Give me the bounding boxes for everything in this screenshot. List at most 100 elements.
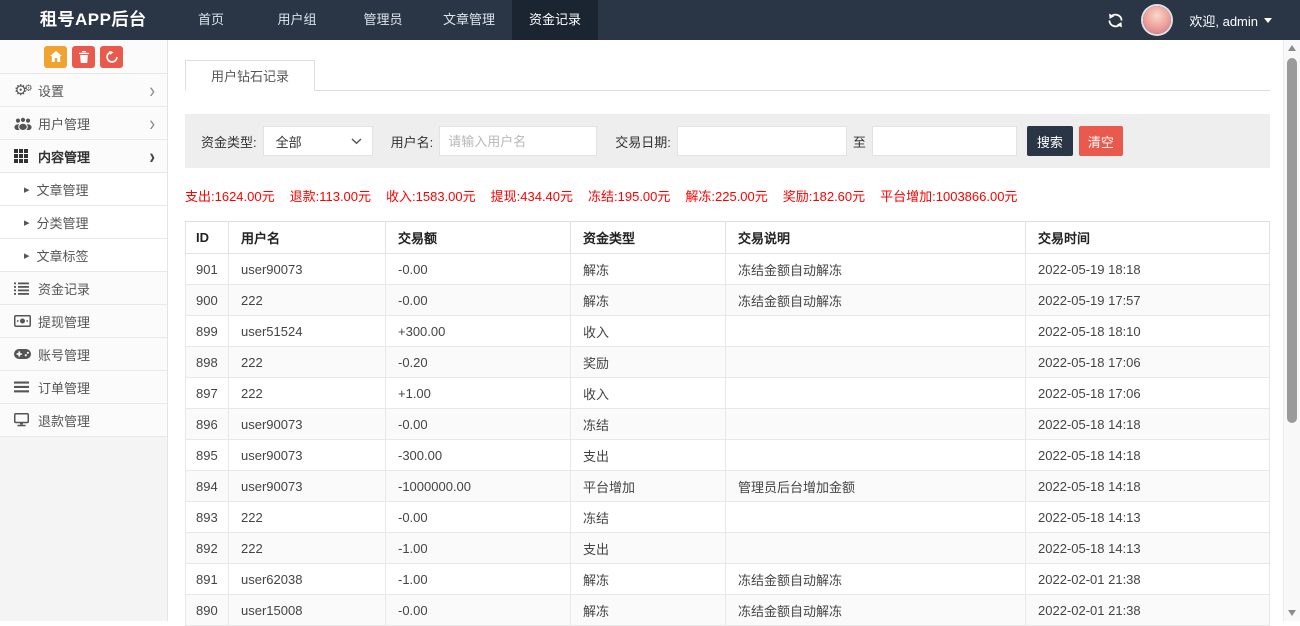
scroll-up-arrow-icon[interactable]: [1288, 45, 1296, 51]
money-icon: [14, 315, 38, 327]
table-cell: 894: [186, 471, 229, 502]
sidebar-item-label: 文章管理: [37, 180, 155, 199]
table-cell: -0.00: [386, 409, 571, 440]
table-cell: [726, 316, 1026, 347]
table-cell: 冻结金额自动解冻: [726, 285, 1026, 316]
date-from-input[interactable]: [677, 126, 847, 156]
trash-button[interactable]: [72, 46, 95, 68]
table-cell: 2022-05-18 17:06: [1026, 347, 1270, 378]
sidebar-item[interactable]: 账号管理: [0, 338, 167, 371]
sidebar-item-label: 用户管理: [38, 114, 149, 133]
user-menu[interactable]: 欢迎, admin: [1189, 11, 1272, 30]
table-cell: [726, 409, 1026, 440]
table-row: 899user51524+300.00收入2022-05-18 18:10: [186, 316, 1270, 347]
chevron-down-icon: [1264, 18, 1272, 23]
top-navbar: 租号APP后台 首页用户组管理员文章管理资金记录 欢迎, admin: [0, 0, 1300, 40]
scroll-down-arrow-icon[interactable]: [1288, 610, 1296, 616]
date-to-input[interactable]: [872, 126, 1017, 156]
table-cell: 900: [186, 285, 229, 316]
table-row: 896user90073-0.00冻结2022-05-18 14:18: [186, 409, 1270, 440]
sidebar-item[interactable]: ▸ 文章管理: [0, 173, 167, 206]
sidebar-item-label: 资金记录: [38, 279, 155, 298]
table-cell: 冻结: [571, 502, 726, 533]
top-nav-menu: 首页用户组管理员文章管理资金记录: [168, 0, 598, 40]
table-cell: 2022-05-18 14:13: [1026, 502, 1270, 533]
recycle-button[interactable]: [100, 46, 123, 68]
table-row: 895user90073-300.00支出2022-05-18 14:18: [186, 440, 1270, 471]
sidebar-item-label: 账号管理: [38, 345, 155, 364]
sidebar-item[interactable]: 内容管理›: [0, 140, 167, 173]
table-cell: 892: [186, 533, 229, 564]
table-cell: 解冻: [571, 564, 726, 595]
trash-icon: [79, 51, 89, 63]
table-row: 894user90073-1000000.00平台增加管理员后台增加金额2022…: [186, 471, 1270, 502]
table-cell: 222: [229, 502, 386, 533]
table-body: 901user90073-0.00解冻冻结金额自动解冻2022-05-19 18…: [186, 254, 1270, 626]
nav-item[interactable]: 资金记录: [512, 0, 598, 40]
clear-button[interactable]: 清空: [1079, 126, 1123, 156]
table-row: 893222-0.00冻结2022-05-18 14:13: [186, 502, 1270, 533]
column-header: 资金类型: [571, 222, 726, 254]
sidebar-item[interactable]: 资金记录: [0, 272, 167, 305]
table-cell: 2022-05-18 18:10: [1026, 316, 1270, 347]
sidebar-item-label: 提现管理: [38, 312, 155, 331]
table-row: 900222-0.00解冻冻结金额自动解冻2022-05-19 17:57: [186, 285, 1270, 316]
sidebar-item[interactable]: 用户管理›: [0, 107, 167, 140]
table-cell: 解冻: [571, 254, 726, 285]
refresh-icon[interactable]: [1107, 12, 1125, 28]
table-cell: 893: [186, 502, 229, 533]
sidebar-item-label: 内容管理: [38, 147, 149, 166]
date-to-label: 至: [853, 132, 866, 151]
table-cell: user90073: [229, 254, 386, 285]
chevron-right-icon: ›: [149, 112, 155, 133]
tab-user-diamond-records[interactable]: 用户钻石记录: [185, 60, 315, 91]
sidebar-item[interactable]: 提现管理: [0, 305, 167, 338]
fund-type-selected-value: 全部: [276, 132, 351, 151]
table-cell: -0.20: [386, 347, 571, 378]
summary-stat: 平台增加:1003866.00元: [880, 186, 1017, 205]
nav-item[interactable]: 文章管理: [426, 0, 512, 40]
sidebar-item-label: 订单管理: [38, 378, 155, 397]
table-cell: +300.00: [386, 316, 571, 347]
nav-item[interactable]: 用户组: [254, 0, 340, 40]
sidebar-item[interactable]: ⚙⚙设置›: [0, 74, 167, 107]
sidebar-item-label: 退款管理: [38, 411, 155, 430]
nav-item[interactable]: 首页: [168, 0, 254, 40]
search-button[interactable]: 搜索: [1027, 126, 1073, 156]
grid-icon: [14, 149, 38, 163]
sidebar-item-label: 文章标签: [37, 246, 155, 265]
summary-stat: 退款:113.00元: [290, 186, 371, 205]
table-cell: 2022-05-18 14:13: [1026, 533, 1270, 564]
table-cell: -300.00: [386, 440, 571, 471]
gamepad-icon: [14, 349, 38, 359]
scrollbar-thumb[interactable]: [1287, 58, 1297, 423]
table-cell: user62038: [229, 564, 386, 595]
table-cell: 222: [229, 285, 386, 316]
home-button[interactable]: [44, 46, 67, 68]
column-header: 交易额: [386, 222, 571, 254]
bars-icon: [14, 381, 38, 393]
fund-type-select[interactable]: 全部: [263, 126, 373, 156]
username-input[interactable]: [439, 126, 597, 156]
vertical-scrollbar[interactable]: [1283, 40, 1300, 621]
sidebar-item[interactable]: ▸文章标签: [0, 239, 167, 272]
table-cell: user90073: [229, 409, 386, 440]
column-header: 用户名: [229, 222, 386, 254]
nav-item[interactable]: 管理员: [340, 0, 426, 40]
table-cell: [726, 378, 1026, 409]
main-content: 用户钻石记录 资金类型: 全部 用户名: 交易日期: 至 搜索 清空 支出:16…: [169, 40, 1283, 621]
navbar-right: 欢迎, admin: [1107, 0, 1300, 40]
triangle-bullet-icon: ▸: [24, 183, 30, 196]
records-table: ID用户名交易额资金类型交易说明交易时间 901user90073-0.00解冻…: [185, 221, 1270, 626]
sidebar-item[interactable]: 订单管理: [0, 371, 167, 404]
sidebar-item[interactable]: 退款管理: [0, 404, 167, 437]
table-cell: 2022-05-18 14:18: [1026, 440, 1270, 471]
table-cell: 2022-05-18 14:18: [1026, 409, 1270, 440]
sidebar-item[interactable]: ▸分类管理: [0, 206, 167, 239]
avatar[interactable]: [1143, 6, 1171, 34]
table-cell: 冻结金额自动解冻: [726, 254, 1026, 285]
table-header-row: ID用户名交易额资金类型交易说明交易时间: [186, 222, 1270, 254]
table-row: 897222+1.00收入2022-05-18 17:06: [186, 378, 1270, 409]
table-row: 891user62038-1.00解冻冻结金额自动解冻2022-02-01 21…: [186, 564, 1270, 595]
summary-stat: 收入:1583.00元: [386, 186, 476, 205]
